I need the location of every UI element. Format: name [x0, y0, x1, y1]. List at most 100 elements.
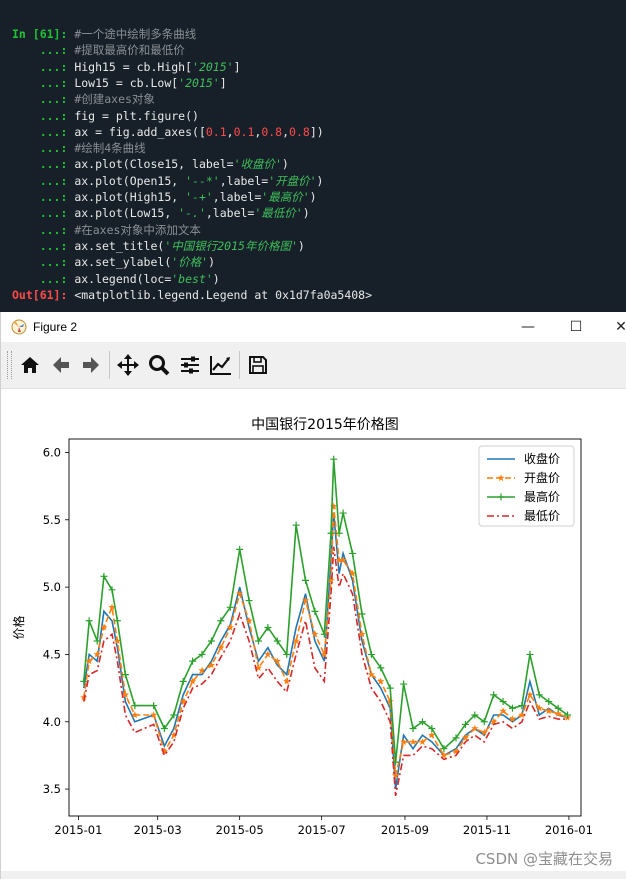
console-code-token: ,label= [205, 206, 255, 221]
toolbar-grip[interactable] [7, 351, 12, 379]
edit-axes-button[interactable] [208, 352, 234, 378]
matplotlib-figure-icon [11, 319, 27, 335]
data-point-plus [292, 521, 300, 529]
console-code-token: ax.set_ylabel( [67, 255, 172, 270]
data-point-plus [150, 702, 158, 710]
console-code-token: High15 = cb.High[ [67, 59, 193, 74]
console-code-token: '-.' [178, 206, 206, 221]
x-tick-label: 2015-11 [463, 823, 511, 837]
forward-button[interactable] [78, 352, 104, 378]
save-figure-icon [249, 356, 267, 374]
console-code-token: ax.legend(loc= [67, 271, 172, 286]
toolbar-separator [109, 351, 110, 379]
pan-move-icon [117, 354, 139, 376]
back-button[interactable] [48, 352, 74, 378]
console-line: ...: #提取最高价和最低价 [12, 42, 185, 58]
console-code-token: Low15 = cb.Low[ [67, 75, 179, 90]
series-line-3 [83, 546, 568, 796]
data-point-plus [386, 684, 394, 692]
legend-label: 最低价 [524, 509, 560, 523]
console-code-token: ,label= [219, 173, 269, 188]
navigation-toolbar [1, 342, 626, 389]
price-chart[interactable]: 中国银行2015年价格图价格 3.5 4.0 4.5 5.0 5.5 6.0 2015-01 2… [1, 389, 626, 879]
console-code-token: 'best' [171, 271, 213, 286]
console-code-token: ) [212, 271, 220, 286]
console-code-token: ]) [309, 124, 324, 139]
console-line: ...: Low15 = cb.Low['2015'] [12, 75, 227, 91]
console-code-token: ax.set_title( [67, 238, 165, 253]
console-code-token: ax = fig.add_axes([ [67, 124, 206, 139]
ipython-console[interactable]: In [61]: #一个途中绘制多条曲线 ...: #提取最高价和最低价 ...… [0, 0, 626, 312]
console-prompt: ...: [12, 222, 68, 237]
console-prompt: ...: [12, 43, 68, 58]
minimize-button[interactable]: — [508, 316, 548, 338]
x-tick-label: 2015-09 [381, 823, 429, 837]
figure-window[interactable]: Figure 2 — ☐ ✕ 中国银行2015年价格图 价格 3.5 4.0 4… [0, 312, 626, 879]
figure-canvas[interactable]: 中国银行2015年价格图 价格 3.5 4.0 4.5 5.0 5.5 6.0 2015-01 2… [1, 389, 626, 879]
data-point-plus [236, 545, 244, 553]
subplots-button[interactable] [177, 352, 203, 378]
data-point-plus [526, 650, 534, 658]
console-prompt: ...: [12, 124, 68, 139]
console-prompt: ...: [12, 92, 68, 107]
console-line: ...: #绘制4条曲线 [12, 140, 146, 156]
console-code-token: '--*' [185, 173, 220, 188]
window-titlebar[interactable]: Figure 2 — ☐ ✕ [1, 312, 626, 342]
series-line-0 [83, 513, 568, 790]
console-prompt: ...: [12, 190, 68, 204]
pan-button[interactable] [115, 352, 141, 378]
legend-label: 开盘价 [524, 470, 560, 485]
close-button[interactable]: ✕ [601, 316, 626, 338]
console-prompt: Out[61]: [12, 287, 68, 302]
console-code-token: #一个途中绘制多条曲线 [67, 27, 197, 41]
console-prompt: ...: [12, 157, 68, 172]
console-line: ...: fig = plt.figure() [12, 108, 199, 124]
data-point-plus [100, 572, 108, 580]
console-prompt: ...: [12, 59, 68, 74]
save-button[interactable] [245, 352, 271, 378]
console-code-token: #提取最高价和最低价 [67, 43, 185, 58]
home-button[interactable] [17, 352, 43, 378]
back-arrow-icon [53, 357, 69, 373]
console-code-token: ) [309, 190, 317, 204]
console-code-token: 0.8 [261, 124, 283, 139]
console-code-token: #在axes对象中添加文本 [67, 222, 201, 237]
maximize-button[interactable]: ☐ [556, 316, 596, 338]
console-line: ...: ax.legend(loc='best') [12, 271, 220, 287]
console-line: In [61]: #一个途中绘制多条曲线 [12, 26, 196, 42]
toolbar-separator [239, 351, 240, 379]
console-code-token: , [226, 124, 234, 139]
console-code-token: #绘制4条曲线 [67, 141, 146, 156]
series-line-1 [83, 506, 568, 776]
zoom-button[interactable] [146, 352, 172, 378]
edit-axes-curves-icon [210, 356, 231, 375]
console-code-token: '价格' [171, 255, 209, 270]
y-tick-label: 4.5 [43, 647, 61, 661]
console-prompt: ...: [12, 238, 68, 253]
console-prompt: ...: [12, 271, 68, 286]
data-point-plus [85, 617, 93, 625]
y-tick-label: 3.5 [43, 782, 61, 796]
window-bottom-edge [1, 871, 626, 879]
x-tick-label: 2015-07 [298, 823, 346, 837]
data-point-plus [311, 607, 319, 615]
x-tick-label: 2015-01 [54, 823, 102, 837]
console-code-token: '中国银行2015年价格图' [164, 238, 298, 253]
data-point-plus [330, 455, 338, 463]
console-line: ...: ax.set_ylabel('价格') [12, 254, 215, 270]
y-tick-label: 6.0 [43, 445, 61, 459]
console-code-token: ax.plot(Close15, label= [67, 157, 234, 172]
y-axis-label: 价格 [11, 615, 26, 639]
x-tick-label: 2015-03 [134, 823, 182, 837]
console-code-token: ax.plot(High15, [67, 190, 186, 204]
data-point-plus [400, 680, 408, 688]
data-point-plus [245, 597, 253, 605]
x-tick-label: 2016-01 [545, 823, 593, 837]
console-code-token: '-+' [185, 190, 213, 204]
console-code-token: 0.8 [289, 124, 310, 139]
chart-title: 中国银行2015年价格图 [251, 417, 399, 433]
data-point-plus [302, 576, 310, 584]
console-code-token: '最低价' [254, 206, 303, 221]
console-code-token: 0.1 [233, 124, 255, 139]
csdn-watermark: CSDN @宝藏在交易 [475, 850, 613, 868]
